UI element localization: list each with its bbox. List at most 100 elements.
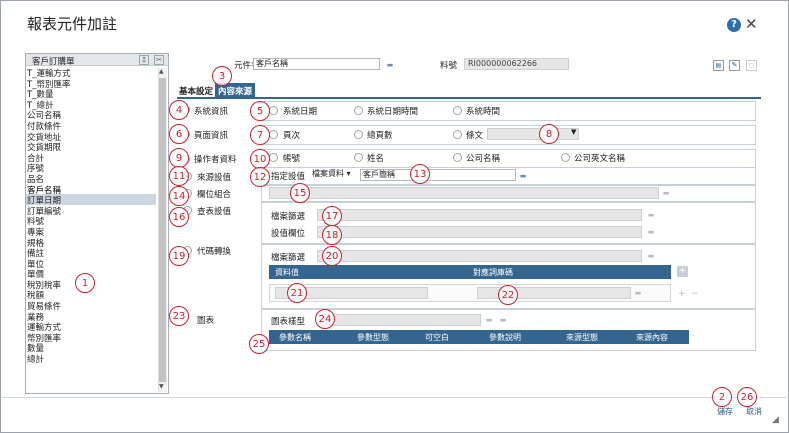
help-icon[interactable]: ? <box>727 18 741 32</box>
clause-radio[interactable] <box>453 130 462 139</box>
list-item[interactable]: 數量 <box>27 344 70 355</box>
company-name-radio[interactable] <box>453 153 462 162</box>
list-item[interactable]: 專案 <box>27 228 70 239</box>
callout-22: 22 <box>498 285 518 305</box>
list-item[interactable]: 單位 <box>27 260 70 271</box>
lookup-filter-label: 檔案篩選 <box>271 212 306 222</box>
item-no-label: 料號 <box>440 61 458 71</box>
callout-8: 8 <box>539 124 559 144</box>
list-item[interactable]: 付款條件 <box>27 122 70 133</box>
close-icon[interactable]: ✕ <box>745 16 758 32</box>
folder-icon: ▬ <box>647 252 655 260</box>
list-item[interactable]: 公司名稱 <box>27 111 70 122</box>
list-item[interactable]: 品名 <box>27 175 70 186</box>
name-label: 姓名 <box>367 154 385 164</box>
folder-icon[interactable]: ▬ <box>384 60 396 71</box>
list-item[interactable]: T_數量 <box>27 90 70 101</box>
system-datetime-radio[interactable] <box>354 106 363 115</box>
system-time-radio[interactable] <box>453 106 462 115</box>
code-filter-input <box>317 250 642 262</box>
source-field-input[interactable]: 客戶簡稱 <box>360 169 516 181</box>
tab-basic-settings[interactable]: 基本設定 <box>177 84 215 97</box>
chart-action-icon: ▬ <box>499 316 507 324</box>
tab-underline <box>177 97 761 99</box>
page-no-label: 頁次 <box>283 131 301 141</box>
source-type-select[interactable]: 檔案資料 ▾ <box>310 169 358 181</box>
folder-icon: ▬ <box>662 189 670 197</box>
callout-2: 2 <box>712 387 732 407</box>
system-info-box <box>261 101 756 121</box>
col-data-value: 資料值 <box>275 268 299 277</box>
operator-info-label: 操作者資料 <box>194 155 237 165</box>
list-item[interactable]: 序號 <box>27 164 70 175</box>
callout-4: 4 <box>169 100 189 120</box>
account-radio[interactable] <box>269 153 278 162</box>
document-icon[interactable]: ▤ <box>713 60 724 71</box>
system-datetime-label: 系統日期時間 <box>367 107 419 117</box>
callout-7: 7 <box>250 125 270 145</box>
add-row-icon[interactable]: + <box>677 266 688 277</box>
resize-grip-icon[interactable]: ◢ <box>772 415 779 425</box>
list-item[interactable]: T_幣別匯率 <box>27 80 70 91</box>
list-item[interactable]: 客戶名稱 <box>27 186 70 197</box>
scroll-up-icon[interactable]: ▲ <box>159 68 164 75</box>
chart-label: 圖表 <box>197 316 215 326</box>
folder-icon: ▬ <box>485 316 493 324</box>
save-button[interactable]: 儲存 <box>717 406 739 418</box>
lock-icon[interactable]: ▢ <box>746 60 757 71</box>
callout-21: 21 <box>287 283 307 303</box>
list-item[interactable]: 合計 <box>27 154 70 165</box>
lookup-filter-input <box>317 209 642 221</box>
folder-icon: ▬ <box>634 289 642 297</box>
list-item[interactable]: 訂單編號 <box>27 207 70 218</box>
edit-icon[interactable]: ✎ <box>729 60 740 71</box>
left-panel-title: 客戶訂購單 <box>32 57 75 67</box>
page-no-radio[interactable] <box>269 130 278 139</box>
list-item[interactable]: 交貨期限 <box>27 143 70 154</box>
lookup-label: 查表設值 <box>197 207 232 217</box>
list-item[interactable]: 交貨地址 <box>27 133 70 144</box>
list-item[interactable]: 業務 <box>27 313 70 324</box>
folder-icon: ▬ <box>647 211 655 219</box>
list-item[interactable]: 單價 <box>27 270 70 281</box>
list-item[interactable]: 幣別匯率 <box>27 334 70 345</box>
plus-icon[interactable]: + <box>678 289 686 299</box>
list-item[interactable]: 規格 <box>27 239 70 250</box>
list-item[interactable]: 運輸方式 <box>27 323 70 334</box>
scroll-down-icon[interactable]: ▼ <box>159 383 164 390</box>
lookup-value-field-input <box>317 226 642 238</box>
folder-icon[interactable]: ▬ <box>517 171 529 182</box>
callout-26: 26 <box>737 387 757 407</box>
system-date-radio[interactable] <box>269 106 278 115</box>
minus-icon[interactable]: − <box>691 289 699 299</box>
list-item[interactable]: 料號 <box>27 217 70 228</box>
name-radio[interactable] <box>354 153 363 162</box>
element-name-input[interactable]: 客戶名稱 <box>253 58 380 70</box>
chevron-down-icon[interactable]: ▼ <box>571 128 576 136</box>
cancel-button[interactable]: 取消 <box>746 406 772 418</box>
clause-select[interactable] <box>487 128 579 140</box>
callout-19: 19 <box>169 246 189 266</box>
scissors-icon[interactable]: ✂ <box>154 55 164 65</box>
callout-23: 23 <box>169 306 189 326</box>
system-info-label: 系統資訊 <box>194 107 229 117</box>
callout-25: 25 <box>249 334 269 354</box>
total-pages-radio[interactable] <box>354 130 363 139</box>
list-item[interactable]: 訂單日期 <box>27 196 70 207</box>
report-element-dialog: 報表元件加註 ? ✕ 客戶訂購單 ↥ ✂ T_運輸方式 T_幣別匯率 T_數量 T_總… <box>0 0 789 433</box>
callout-20: 20 <box>322 246 342 266</box>
list-item[interactable]: T_總計 <box>27 101 70 112</box>
list-item[interactable]: 總計 <box>27 355 70 366</box>
col-param-type: 參數型態 <box>357 333 389 342</box>
col-param-name: 參數名稱 <box>279 333 311 342</box>
code-grid-header: 資料值 對應詞庫碼 <box>269 265 671 279</box>
list-item[interactable]: 稅額 <box>27 291 70 302</box>
list-item[interactable]: 稅別稅率 <box>27 281 70 292</box>
scroll-thumb[interactable] <box>159 78 166 382</box>
list-item[interactable]: 備註 <box>27 249 70 260</box>
callout-6: 6 <box>169 124 189 144</box>
list-item[interactable]: T_運輸方式 <box>27 69 70 80</box>
upload-icon[interactable]: ↥ <box>139 55 149 65</box>
list-item[interactable]: 貿易條件 <box>27 302 70 313</box>
company-en-name-radio[interactable] <box>561 153 570 162</box>
